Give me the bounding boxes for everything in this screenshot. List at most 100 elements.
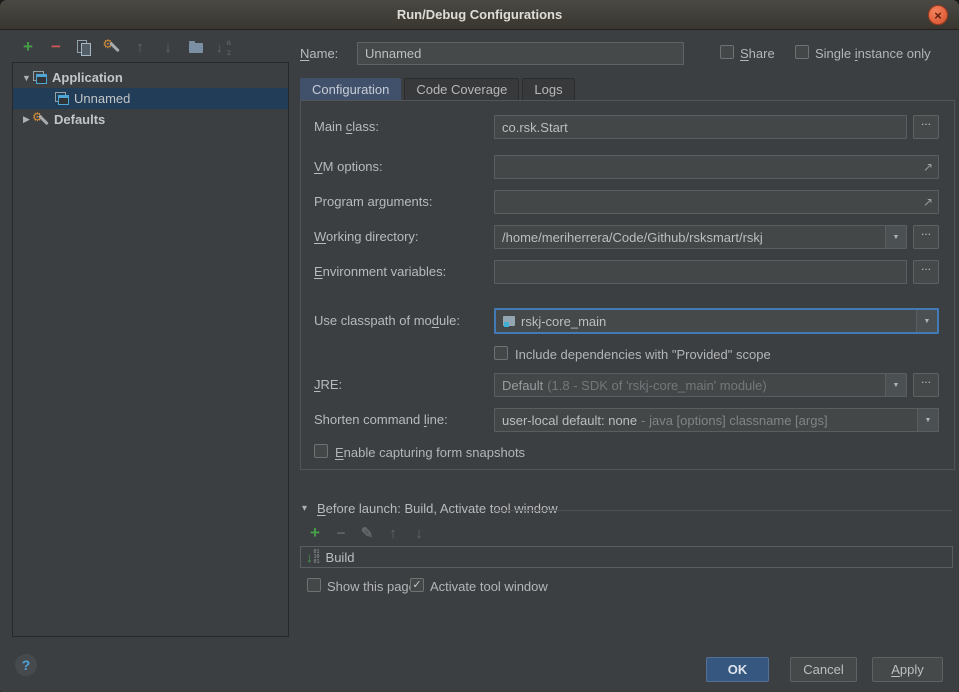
main-class-browse-button[interactable]: ... bbox=[913, 115, 939, 139]
plus-icon: + bbox=[310, 523, 320, 543]
before-launch-remove-button[interactable]: − bbox=[328, 523, 354, 543]
tree-item-application[interactable]: ▼ Application bbox=[13, 67, 288, 88]
configurations-toolbar: + − ⚙ ↑ ↓ ↓ a z bbox=[14, 36, 238, 58]
working-directory-value: /home/meriherrera/Code/Github/rsksmart/r… bbox=[495, 230, 770, 245]
help-button[interactable]: ? bbox=[15, 654, 37, 676]
new-folder-button[interactable] bbox=[182, 37, 210, 57]
shorten-value: user-local default: none bbox=[495, 413, 637, 428]
tree-item-label: Defaults bbox=[54, 112, 105, 127]
shorten-command-line-combo[interactable]: user-local default: none - java [options… bbox=[494, 408, 939, 432]
dropdown-arrow-icon[interactable]: ▼ bbox=[916, 310, 937, 332]
working-directory-browse-button[interactable]: ... bbox=[913, 225, 939, 249]
before-launch-move-down-button[interactable]: ↓ bbox=[406, 523, 432, 543]
wrench-gear-icon: ⚙ bbox=[104, 39, 121, 55]
share-label[interactable]: Share bbox=[740, 46, 775, 61]
close-button[interactable]: × bbox=[928, 5, 948, 25]
tab-logs[interactable]: Logs bbox=[522, 78, 574, 101]
before-launch-toolbar: + − ✎ ↑ ↓ bbox=[302, 523, 432, 543]
add-configuration-button[interactable]: + bbox=[14, 37, 42, 57]
name-value: Unnamed bbox=[365, 46, 421, 61]
before-launch-move-up-button[interactable]: ↑ bbox=[380, 523, 406, 543]
window-title: Run/Debug Configurations bbox=[397, 7, 562, 22]
module-icon bbox=[503, 316, 515, 326]
arrow-down-icon: ↓ bbox=[415, 525, 423, 542]
single-instance-label[interactable]: Single instance only bbox=[815, 46, 931, 61]
capture-snapshots-label[interactable]: Enable capturing form snapshots bbox=[335, 445, 525, 460]
environment-variables-input[interactable] bbox=[494, 260, 907, 284]
sort-configurations-button[interactable]: ↓ a z bbox=[210, 37, 238, 57]
edit-defaults-button[interactable]: ⚙ bbox=[98, 37, 126, 57]
expand-field-icon[interactable]: ↗ bbox=[923, 195, 938, 209]
shorten-value-detail: - java [options] classname [args] bbox=[637, 413, 827, 428]
tree-item-label: Application bbox=[52, 70, 123, 85]
arrow-down-icon: ↓ bbox=[164, 39, 172, 56]
activate-tool-window-checkbox[interactable]: ✓ bbox=[410, 578, 424, 592]
minus-icon: − bbox=[337, 525, 346, 542]
main-class-input[interactable]: co.rsk.Start bbox=[494, 115, 907, 139]
application-icon bbox=[55, 92, 70, 105]
expand-field-icon[interactable]: ↗ bbox=[923, 160, 938, 174]
tree-expanded-icon[interactable]: ▼ bbox=[20, 73, 33, 83]
application-icon bbox=[33, 71, 48, 84]
shorten-command-line-label: Shorten command line: bbox=[314, 412, 448, 427]
move-down-button[interactable]: ↓ bbox=[154, 37, 182, 57]
working-directory-combo[interactable]: /home/meriherrera/Code/Github/rsksmart/r… bbox=[494, 225, 907, 249]
main-class-value: co.rsk.Start bbox=[495, 120, 575, 135]
share-checkbox[interactable] bbox=[720, 45, 734, 59]
before-launch-edit-button[interactable]: ✎ bbox=[354, 523, 380, 543]
use-classpath-combo[interactable]: rskj-core_main ▼ bbox=[494, 308, 939, 334]
use-classpath-label: Use classpath of module: bbox=[314, 313, 460, 328]
include-provided-checkbox[interactable] bbox=[494, 346, 508, 360]
plus-icon: + bbox=[23, 37, 33, 57]
configuration-form: Main class: co.rsk.Start ... VM options:… bbox=[300, 100, 955, 470]
jre-browse-button[interactable]: ... bbox=[913, 373, 939, 397]
activate-tool-window-label[interactable]: Activate tool window bbox=[430, 579, 548, 594]
jre-value: Default bbox=[495, 378, 543, 393]
include-provided-label[interactable]: Include dependencies with "Provided" sco… bbox=[515, 347, 771, 362]
pencil-icon: ✎ bbox=[361, 524, 374, 542]
vm-options-label: VM options: bbox=[314, 159, 383, 174]
tab-code-coverage[interactable]: Code Coverage bbox=[404, 78, 519, 101]
environment-variables-label: Environment variables: bbox=[314, 264, 446, 279]
vm-options-input[interactable]: ↗ bbox=[494, 155, 939, 179]
working-directory-label: Working directory: bbox=[314, 229, 419, 244]
close-icon: × bbox=[934, 9, 942, 22]
copy-configuration-button[interactable] bbox=[70, 37, 98, 57]
move-up-button[interactable]: ↑ bbox=[126, 37, 154, 57]
before-launch-add-button[interactable]: + bbox=[302, 523, 328, 543]
remove-configuration-button[interactable]: − bbox=[42, 37, 70, 57]
arrow-up-icon: ↑ bbox=[389, 525, 397, 542]
jre-combo[interactable]: Default (1.8 - SDK of 'rskj-core_main' m… bbox=[494, 373, 907, 397]
arrow-up-icon: ↑ bbox=[136, 39, 144, 56]
jre-value-detail: (1.8 - SDK of 'rskj-core_main' module) bbox=[543, 378, 767, 393]
name-label: Name: bbox=[300, 46, 338, 61]
show-this-page-label[interactable]: Show this page bbox=[327, 579, 416, 594]
jre-label: JRE: bbox=[314, 377, 342, 392]
dropdown-arrow-icon[interactable]: ▼ bbox=[917, 409, 938, 431]
dropdown-arrow-icon[interactable]: ▼ bbox=[885, 226, 906, 248]
folder-icon bbox=[189, 43, 203, 53]
tab-configuration[interactable]: Configuration bbox=[300, 78, 401, 101]
build-item-label: Build bbox=[326, 550, 355, 565]
ok-button[interactable]: OK bbox=[706, 657, 769, 682]
before-launch-title[interactable]: Before launch: Build, Activate tool wind… bbox=[317, 501, 558, 516]
titlebar[interactable]: Run/Debug Configurations × bbox=[0, 0, 959, 30]
before-launch-item-build[interactable]: ↓ 01 10 01 Build bbox=[300, 546, 953, 568]
before-launch-separator bbox=[492, 510, 952, 511]
run-debug-configurations-dialog: Run/Debug Configurations × + − ⚙ ↑ ↓ ↓ a… bbox=[0, 0, 959, 692]
program-arguments-input[interactable]: ↗ bbox=[494, 190, 939, 214]
tab-bar: Configuration Code Coverage Logs bbox=[300, 78, 578, 101]
show-this-page-checkbox[interactable] bbox=[307, 578, 321, 592]
program-arguments-label: Program arguments: bbox=[314, 194, 433, 209]
use-classpath-value: rskj-core_main bbox=[521, 314, 606, 329]
single-instance-checkbox[interactable] bbox=[795, 45, 809, 59]
dropdown-arrow-icon[interactable]: ▼ bbox=[885, 374, 906, 396]
apply-button[interactable]: Apply bbox=[872, 657, 943, 682]
capture-snapshots-checkbox[interactable] bbox=[314, 444, 328, 458]
before-launch-collapse-icon[interactable]: ▾ bbox=[302, 503, 307, 514]
cancel-button[interactable]: Cancel bbox=[790, 657, 857, 682]
environment-variables-browse-button[interactable]: ... bbox=[913, 260, 939, 284]
name-input[interactable]: Unnamed bbox=[357, 42, 684, 65]
tree-item-unnamed[interactable]: Unnamed bbox=[13, 88, 288, 109]
tree-item-defaults[interactable]: ▶ ⚙ Defaults bbox=[13, 109, 288, 130]
